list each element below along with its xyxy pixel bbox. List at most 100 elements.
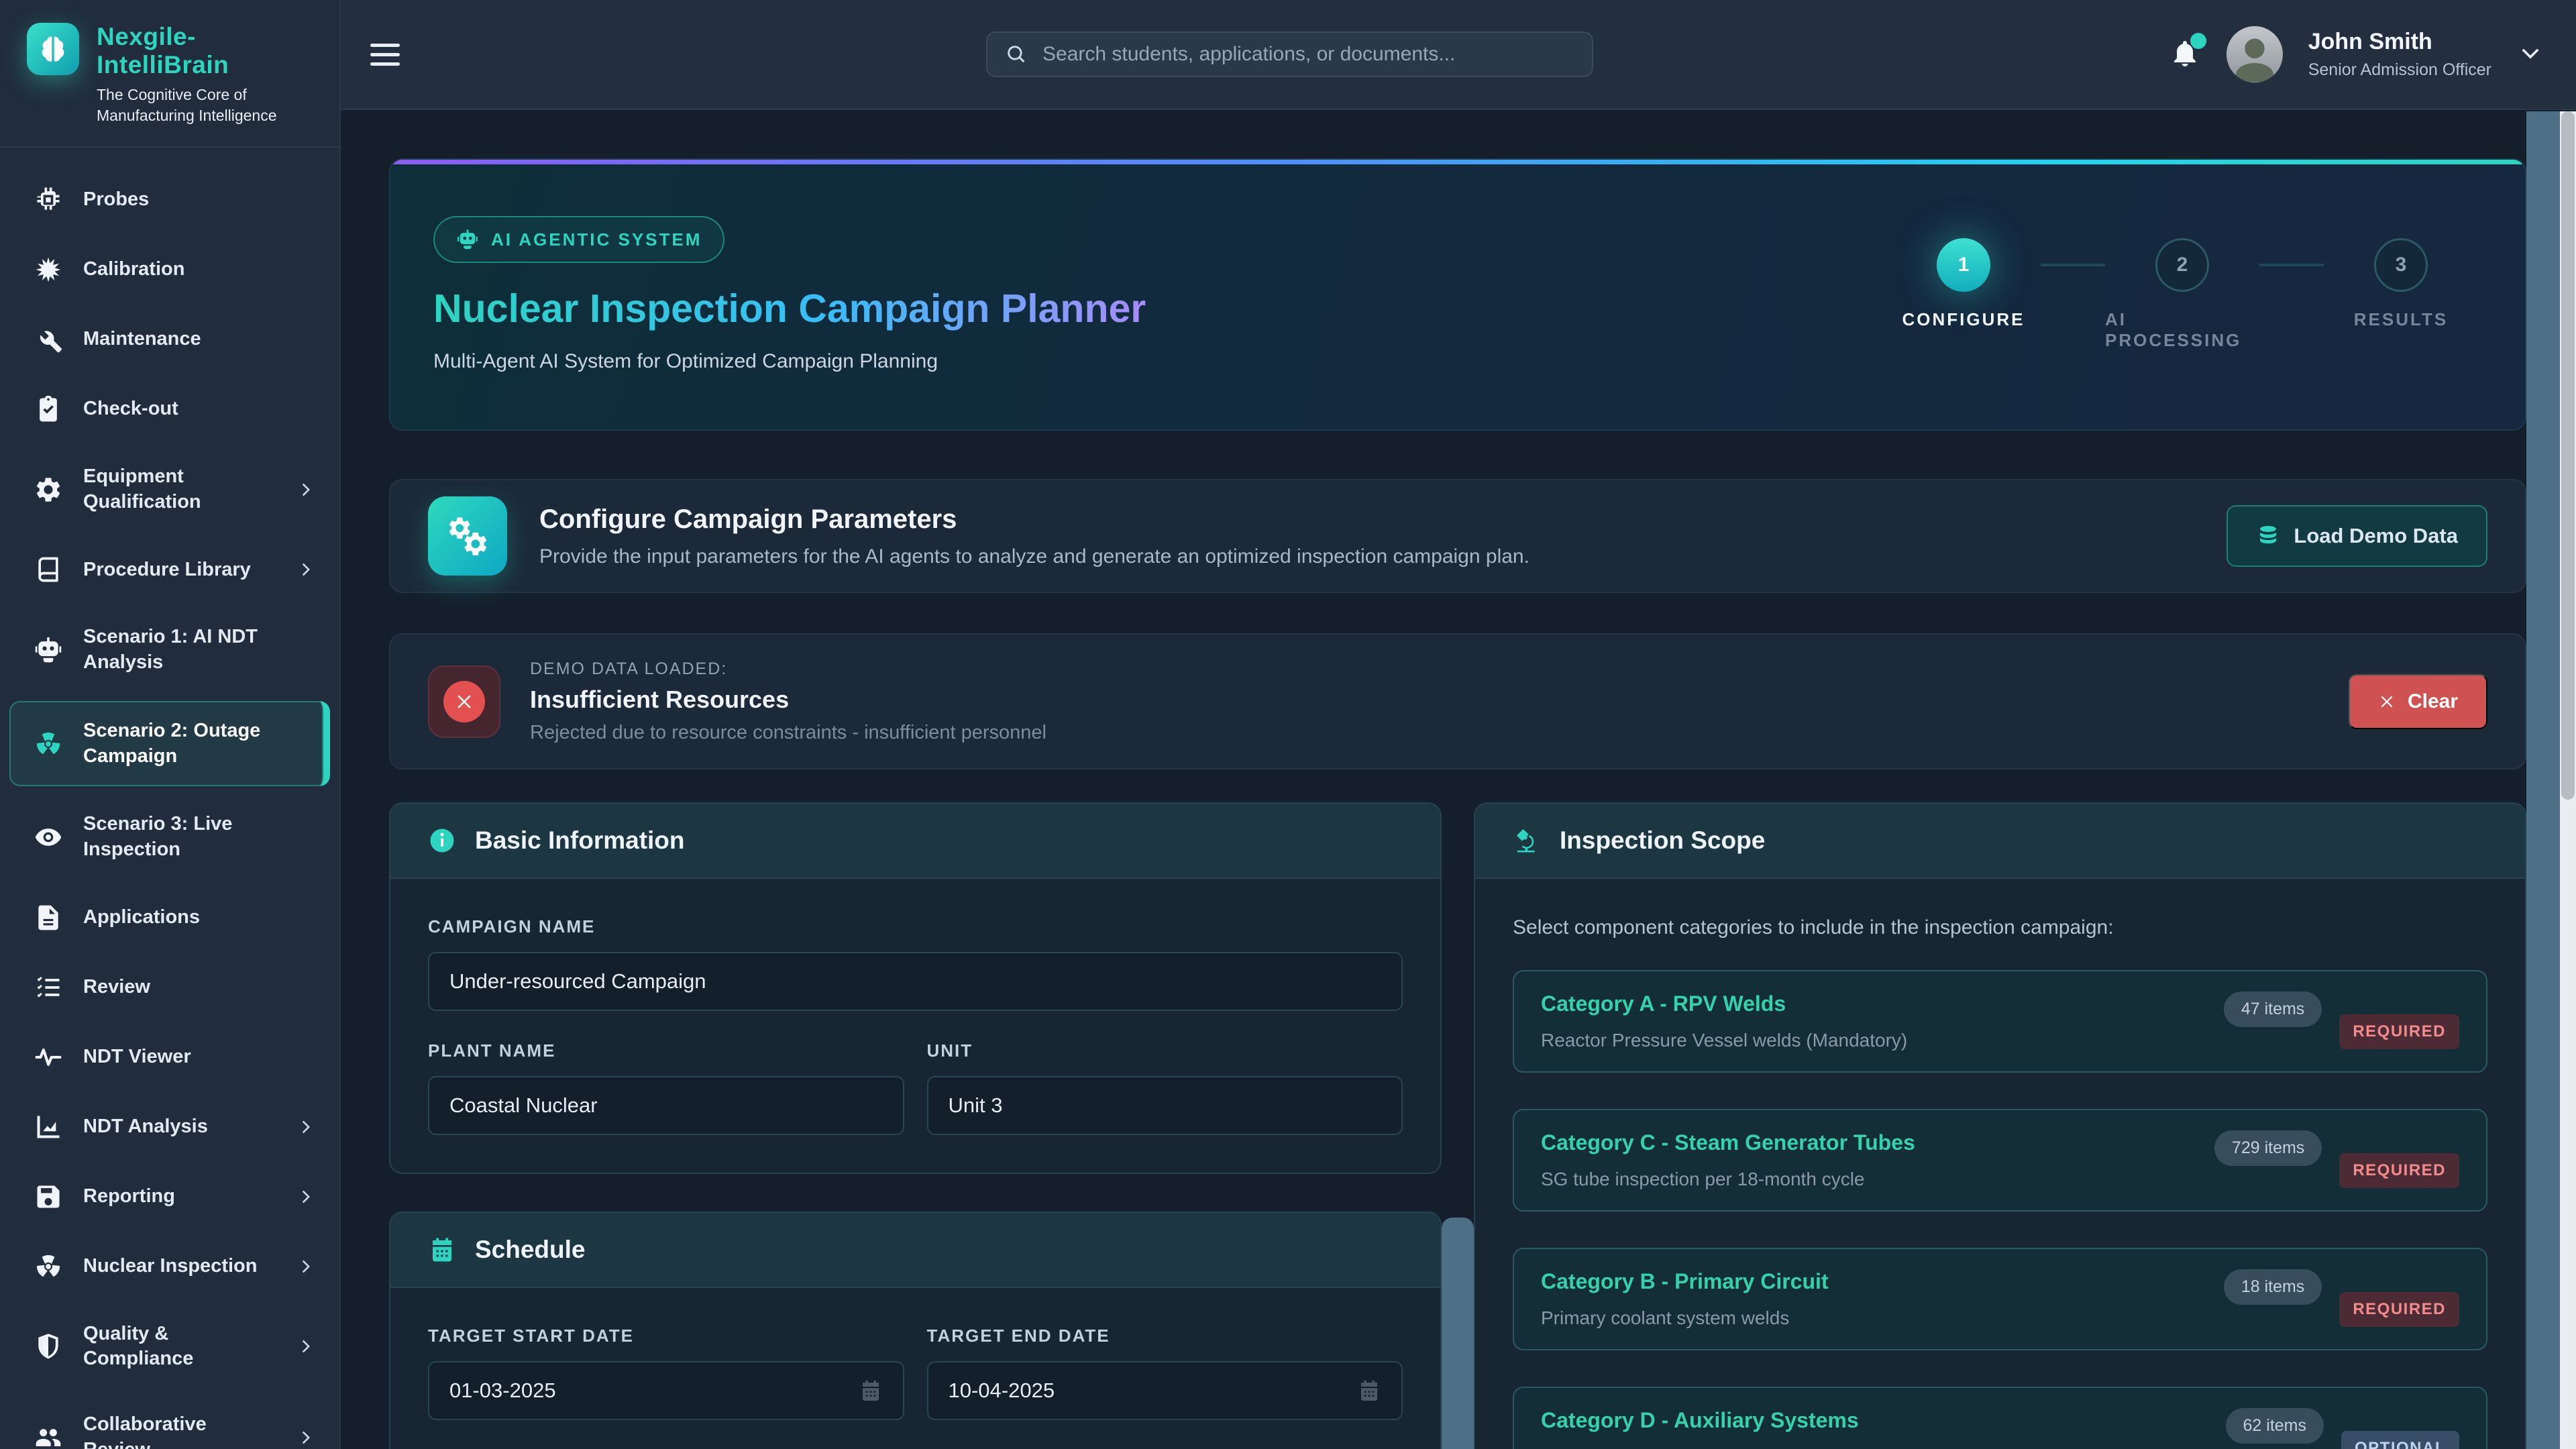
requirement-badge: OPTIONAL [2341,1431,2459,1449]
content-scrollbar-track[interactable] [2526,111,2560,1449]
page-scrollbar-track[interactable] [2560,111,2576,1449]
brand-title: Nexgile-IntelliBrain [97,23,315,79]
sidebar-item-review[interactable]: Review [0,953,339,1022]
sidebar-item-label: Collaborative Review [83,1412,276,1449]
campaign-name-input[interactable] [449,969,1381,994]
sidebar-item-quality-compliance[interactable]: Quality & Compliance [0,1301,339,1392]
sidebar-item-label: Reporting [83,1184,276,1210]
load-demo-data-button[interactable]: Load Demo Data [2226,505,2487,567]
calendar-icon[interactable] [859,1379,883,1403]
item-count-badge: 18 items [2224,1269,2322,1305]
unit-input[interactable] [949,1093,1382,1118]
sidebar-item-probes[interactable]: Probes [0,165,339,235]
sidebar-item-collaborative-review[interactable]: Collaborative Review [0,1392,339,1449]
sidebar-item-calibration[interactable]: Calibration [0,235,339,305]
column-scrollbar-thumb[interactable] [1442,1218,1474,1449]
search-input[interactable] [1042,43,1574,66]
chevron-right-icon [297,1256,317,1277]
section-title: Configure Campaign Parameters [539,504,1529,535]
step-connector [2041,264,2105,266]
sidebar-item-applications[interactable]: Applications [0,883,339,953]
search-bar [986,32,1593,77]
sidebar-item-label: Scenario 1: AI NDT Analysis [83,625,317,675]
sidebar-item-scenario-1[interactable]: Scenario 1: AI NDT Analysis [0,604,339,695]
stepper-step[interactable]: 2 AI PROCESSING [2105,238,2259,351]
avatar[interactable] [2226,26,2283,83]
sidebar-item-ndt-analysis[interactable]: NDT Analysis [0,1092,339,1162]
shield-icon [34,1332,63,1361]
step-connector [2259,264,2324,266]
configure-parameters-section: Configure Campaign Parameters Provide th… [389,479,2526,593]
eye-icon [34,822,63,852]
wrench-icon [34,325,63,354]
inspection-scope-card: Inspection Scope Select component catego… [1474,802,2526,1449]
plant-name-field[interactable] [428,1076,904,1135]
start-date-input[interactable] [449,1379,845,1403]
item-count-badge: 729 items [2214,1130,2322,1166]
brand: Nexgile-IntelliBrain The Cognitive Core … [0,0,339,148]
sidebar-item-label: NDT Analysis [83,1114,276,1140]
sidebar-item-reporting[interactable]: Reporting [0,1162,339,1232]
sidebar-item-procedure-library[interactable]: Procedure Library [0,535,339,604]
notification-dot [2190,33,2206,49]
radiation-icon [34,729,63,759]
sidebar-item-label: Calibration [83,257,317,282]
plant-name-input[interactable] [449,1093,883,1118]
sidebar-item-maintenance[interactable]: Maintenance [0,305,339,374]
start-date-field[interactable] [428,1361,904,1420]
sidebar-item-nuclear-inspection[interactable]: Nuclear Inspection [0,1232,339,1301]
step-label: RESULTS [2354,309,2448,330]
radiation-icon [34,1252,63,1281]
category-title: Category C - Steam Generator Tubes [1541,1130,1915,1155]
robot-icon [456,228,479,251]
database-icon [2256,524,2280,548]
page-title: Nuclear Inspection Campaign Planner [433,286,1146,331]
category-row[interactable]: Category C - Steam Generator Tubes SG tu… [1513,1109,2487,1212]
end-date-input[interactable] [949,1379,1344,1403]
sidebar-item-scenario-3[interactable]: Scenario 3: Live Inspection [0,792,339,882]
step-label: AI PROCESSING [2105,309,2259,351]
requirement-badge: REQUIRED [2339,1292,2459,1327]
sidebar-item-label: Equipment Qualification [83,464,276,515]
page-scrollbar-thumb[interactable] [2561,111,2575,800]
brand-logo [27,23,79,75]
sidebar-item-label: Procedure Library [83,557,276,583]
stepper-step[interactable]: 3 RESULTS [2324,238,2478,330]
clipboard-check-icon [34,394,63,424]
category-row[interactable]: Category A - RPV Welds Reactor Pressure … [1513,970,2487,1073]
calendar-icon[interactable] [1357,1379,1381,1403]
sidebar-item-label: Maintenance [83,327,317,352]
end-date-field[interactable] [927,1361,1403,1420]
category-title: Category A - RPV Welds [1541,991,1907,1016]
category-description: Primary coolant system welds [1541,1307,1829,1329]
sidebar-item-check-out[interactable]: Check-out [0,374,339,444]
category-row[interactable]: Category D - Auxiliary Systems Risk-base… [1513,1387,2487,1449]
sidebar-item-label: Nuclear Inspection [83,1254,276,1279]
demo-data-alert: DEMO DATA LOADED: Insufficient Resources… [389,633,2526,769]
gears-icon [445,514,490,558]
campaign-name-field[interactable] [428,952,1403,1011]
sidebar-item-label: Applications [83,905,317,930]
step-label: CONFIGURE [1902,309,2025,330]
error-icon-tile [428,665,500,738]
x-icon [2378,693,2396,710]
sidebar-item-ndt-viewer[interactable]: NDT Viewer [0,1022,339,1092]
notifications-button[interactable] [2169,37,2201,72]
category-row[interactable]: Category B - Primary Circuit Primary coo… [1513,1248,2487,1350]
chevron-down-icon[interactable] [2517,41,2544,68]
report-icon [34,1182,63,1212]
category-description: Risk-based auxiliary components [1541,1446,1859,1449]
stepper-step[interactable]: 1 CONFIGURE [1886,238,2041,330]
sidebar-item-equipment-qualification[interactable]: Equipment Qualification [0,444,339,535]
unit-label: UNIT [927,1040,1403,1061]
menu-toggle-button[interactable] [370,38,400,72]
sidebar-item-scenario-2[interactable]: Scenario 2: Outage Campaign [9,701,330,786]
unit-field[interactable] [927,1076,1403,1135]
alert-label: DEMO DATA LOADED: [530,659,1046,679]
clear-button[interactable]: Clear [2349,674,2487,729]
chart-icon [34,1112,63,1142]
item-count-badge: 47 items [2224,991,2322,1027]
card-title: Basic Information [475,826,685,855]
alert-title: Insufficient Resources [530,686,1046,714]
chevron-right-icon [297,1117,317,1137]
